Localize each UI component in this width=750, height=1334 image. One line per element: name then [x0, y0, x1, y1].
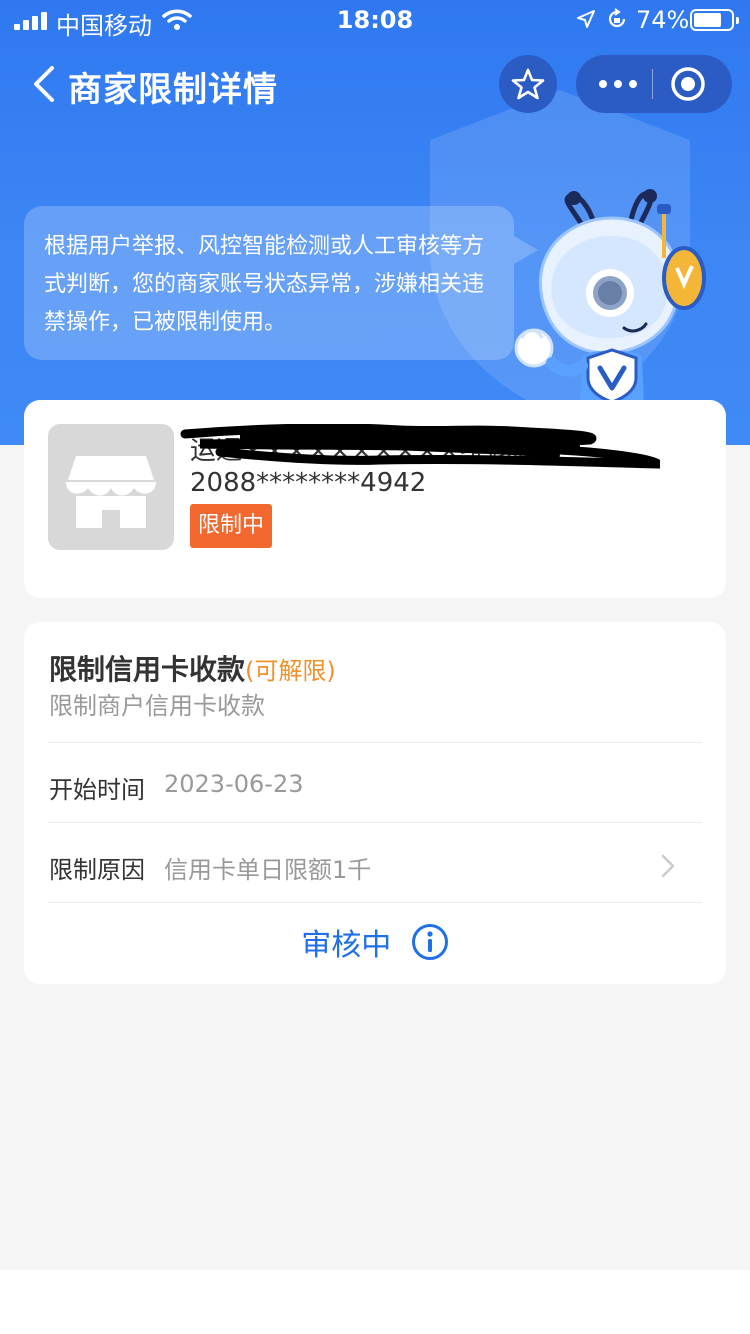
close-miniapp-icon[interactable]: [670, 66, 706, 102]
page-title: 商家限制详情: [68, 70, 278, 110]
review-status[interactable]: 审核中: [24, 920, 726, 964]
redaction-scribble: [180, 424, 660, 469]
merchant-name-area: 运通××××××××××维修店: [180, 424, 660, 470]
restriction-subtitle: 限制商户信用卡收款: [49, 692, 265, 720]
battery-icon: [690, 9, 739, 31]
mascot-robot-icon: [514, 189, 706, 403]
favorite-button[interactable]: [499, 55, 557, 113]
miniapp-capsule: [576, 55, 732, 113]
divider: [48, 902, 702, 903]
more-icon[interactable]: [598, 79, 638, 89]
battery-percent: 74%: [636, 6, 690, 34]
reason-value: 信用卡单日限额1千: [164, 856, 372, 884]
start-time-value: 2023-06-23: [164, 770, 304, 798]
restriction-title: 限制信用卡收款(可解限): [49, 648, 336, 688]
chevron-right-icon: [661, 854, 675, 878]
divider: [48, 742, 702, 743]
capsule-divider: [652, 69, 653, 99]
restriction-card: 限制信用卡收款(可解限) 限制商户信用卡收款 开始时间 2023-06-23 限…: [24, 622, 726, 984]
info-icon[interactable]: [411, 923, 449, 961]
store-icon: [66, 456, 156, 528]
reason-label: 限制原因: [49, 856, 145, 884]
status-badge: 限制中: [190, 504, 273, 548]
status-bar: 中国移动 18:08 74%: [0, 0, 750, 40]
notice-text: 根据用户举报、风控智能检测或人工审核等方式判断，您的商家账号状态异常，涉嫌相关违…: [44, 234, 485, 335]
review-status-text: 审核中: [301, 928, 392, 963]
restriction-title-text: 限制信用卡收款: [49, 653, 246, 686]
rotation-lock-icon: [608, 8, 626, 28]
store-thumbnail: [48, 424, 174, 550]
merchant-account-id: 2088********4942: [190, 468, 427, 498]
star-icon: [511, 68, 545, 100]
merchant-card: 运通××××××××××维修店 2088********4942 限制中: [24, 400, 726, 598]
restriction-tag: (可解限): [245, 657, 336, 685]
location-icon: [577, 10, 595, 28]
start-time-label: 开始时间: [49, 776, 145, 804]
back-icon[interactable]: [28, 62, 60, 106]
divider: [48, 822, 702, 823]
notice-bubble: 根据用户举报、风控智能检测或人工审核等方式判断，您的商家账号状态异常，涉嫌相关违…: [24, 206, 514, 360]
